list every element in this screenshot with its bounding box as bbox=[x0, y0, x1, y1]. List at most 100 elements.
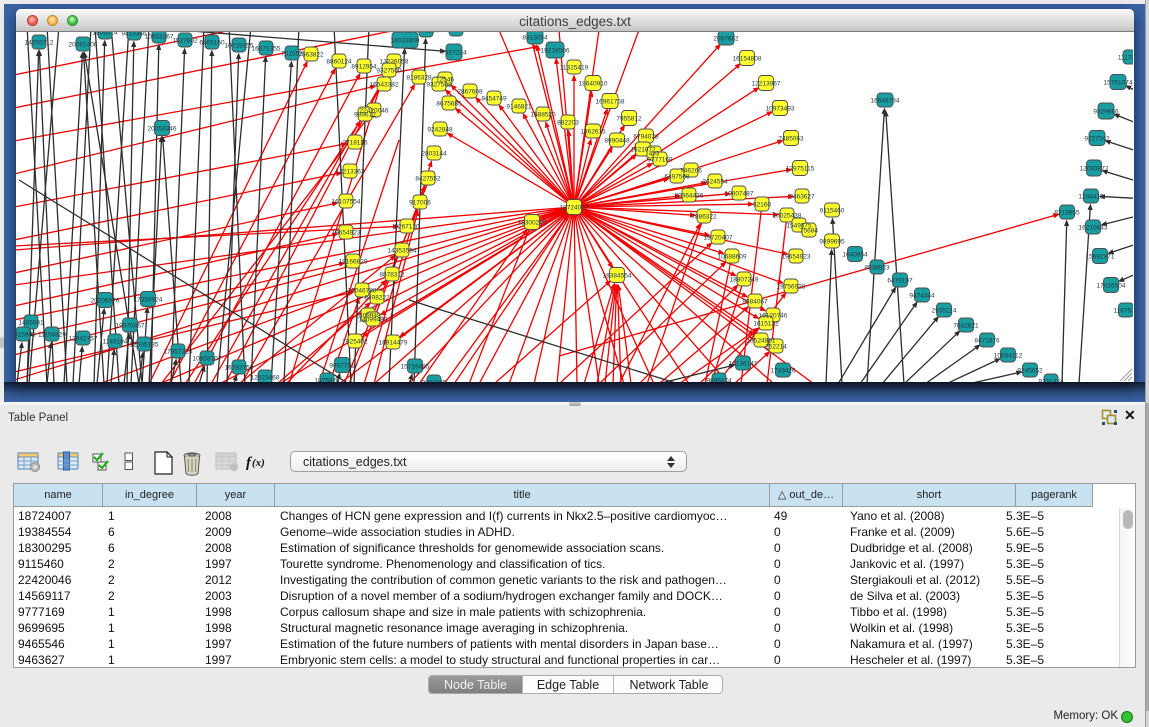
svg-text:14353594: 14353594 bbox=[388, 247, 417, 254]
svg-text:12505135: 12505135 bbox=[130, 341, 159, 348]
svg-text:1733426: 1733426 bbox=[770, 367, 796, 374]
svg-text:18807249: 18807249 bbox=[730, 276, 759, 283]
svg-text:16107554: 16107554 bbox=[332, 198, 361, 205]
svg-text:10688609: 10688609 bbox=[718, 253, 747, 260]
svg-text:10807487: 10807487 bbox=[725, 190, 754, 197]
svg-text:14099489: 14099489 bbox=[359, 316, 388, 323]
svg-text:16210643: 16210643 bbox=[1079, 224, 1108, 231]
svg-text:8675685: 8675685 bbox=[436, 100, 462, 107]
svg-text:11325419: 11325419 bbox=[560, 64, 589, 71]
svg-text:16961758: 16961758 bbox=[596, 98, 625, 105]
svg-text:10653267: 10653267 bbox=[145, 33, 174, 40]
svg-text:9146821: 9146821 bbox=[506, 103, 532, 110]
svg-text:19166829: 19166829 bbox=[339, 258, 368, 265]
svg-text:9242848: 9242848 bbox=[427, 126, 453, 133]
svg-text:8427552: 8427552 bbox=[415, 175, 441, 182]
svg-text:8813054: 8813054 bbox=[522, 34, 548, 41]
svg-text:8215955: 8215955 bbox=[1054, 209, 1080, 216]
svg-text:16782759: 16782759 bbox=[225, 364, 254, 371]
svg-text:6479197: 6479197 bbox=[887, 277, 913, 284]
svg-text:8860124: 8860124 bbox=[326, 58, 352, 65]
svg-text:8454749: 8454749 bbox=[481, 95, 507, 102]
svg-text:1588520: 1588520 bbox=[530, 111, 556, 118]
svg-text:19975867: 19975867 bbox=[116, 322, 145, 329]
svg-text:2087682: 2087682 bbox=[713, 35, 739, 42]
svg-text:19756928: 19756928 bbox=[777, 283, 806, 290]
svg-text:19654923: 19654923 bbox=[332, 229, 361, 236]
svg-text:18724007: 18724007 bbox=[560, 204, 589, 211]
svg-text:10046788: 10046788 bbox=[348, 287, 377, 294]
svg-text:20091406: 20091406 bbox=[69, 41, 98, 48]
svg-text:1615132: 1615132 bbox=[753, 320, 779, 327]
svg-text:62160: 62160 bbox=[753, 201, 771, 208]
svg-text:9419346: 9419346 bbox=[121, 32, 147, 37]
svg-text:9327508: 9327508 bbox=[426, 81, 452, 88]
svg-text:7357224: 7357224 bbox=[441, 49, 467, 56]
svg-text:9115460: 9115460 bbox=[820, 207, 845, 214]
svg-text:16914479: 16914479 bbox=[379, 339, 408, 346]
svg-text:8186328: 8186328 bbox=[406, 74, 432, 81]
svg-text:12975115: 12975115 bbox=[786, 165, 815, 172]
svg-text:16671355: 16671355 bbox=[252, 45, 281, 52]
svg-text:7663822: 7663822 bbox=[298, 51, 324, 58]
svg-text:8498222: 8498222 bbox=[364, 294, 390, 301]
svg-text:8938923: 8938923 bbox=[864, 264, 890, 271]
svg-text:18640910: 18640910 bbox=[579, 80, 608, 87]
svg-text:8909234: 8909234 bbox=[413, 32, 439, 34]
svg-text:6497568: 6497568 bbox=[664, 173, 690, 180]
svg-text:6794028: 6794028 bbox=[633, 133, 659, 140]
svg-text:1806514: 1806514 bbox=[92, 32, 118, 36]
svg-text:9329966: 9329966 bbox=[1093, 108, 1119, 115]
svg-text:19654923: 19654923 bbox=[782, 253, 811, 260]
svg-text:1362615: 1362615 bbox=[580, 128, 606, 135]
svg-text:14136141: 14136141 bbox=[729, 360, 758, 367]
svg-text:12213363: 12213363 bbox=[336, 168, 365, 175]
svg-text:17957225: 17957225 bbox=[164, 348, 193, 355]
svg-text:14055712: 14055712 bbox=[25, 39, 54, 46]
svg-text:989612: 989612 bbox=[354, 111, 376, 118]
svg-text:9245652: 9245652 bbox=[1017, 367, 1043, 374]
svg-text:1640954: 1640954 bbox=[842, 251, 868, 258]
svg-text:15720407: 15720407 bbox=[704, 234, 733, 241]
svg-text:8878312: 8878312 bbox=[379, 271, 405, 278]
svg-text:8912954: 8912954 bbox=[351, 63, 377, 70]
svg-text:9474444: 9474444 bbox=[909, 292, 935, 299]
svg-text:12923468: 12923468 bbox=[251, 374, 280, 381]
svg-text:1117806: 1117806 bbox=[1118, 54, 1133, 61]
svg-text:7886322: 7886322 bbox=[691, 213, 717, 220]
svg-text:10025438: 10025438 bbox=[773, 212, 802, 219]
svg-text:2935114: 2935114 bbox=[932, 307, 957, 314]
svg-text:1485081: 1485081 bbox=[18, 319, 44, 326]
svg-text:2867608: 2867608 bbox=[457, 88, 483, 95]
svg-text:882203: 882203 bbox=[557, 119, 579, 126]
svg-text:10973493: 10973493 bbox=[766, 105, 795, 112]
svg-text:10654112: 10654112 bbox=[994, 352, 1023, 359]
svg-text:19384554: 19384554 bbox=[603, 272, 632, 279]
svg-text:9684067: 9684067 bbox=[742, 298, 768, 305]
svg-text:12093872: 12093872 bbox=[1080, 165, 1109, 172]
svg-text:1145194: 1145194 bbox=[103, 338, 128, 345]
svg-text:9857791: 9857791 bbox=[329, 362, 355, 369]
svg-text:8471676: 8471676 bbox=[974, 337, 1000, 344]
svg-text:75684: 75684 bbox=[800, 227, 818, 234]
svg-text:10719155: 10719155 bbox=[225, 42, 254, 49]
svg-text:16543382: 16543382 bbox=[370, 81, 399, 88]
svg-text:8267130: 8267130 bbox=[394, 223, 420, 230]
svg-text:3624554: 3624554 bbox=[702, 178, 728, 185]
svg-text:2718126: 2718126 bbox=[342, 139, 368, 146]
svg-text:16120746: 16120746 bbox=[759, 312, 788, 319]
svg-text:20364436: 20364436 bbox=[675, 192, 704, 199]
svg-text:6466160: 6466160 bbox=[199, 39, 225, 46]
svg-text:7485063: 7485063 bbox=[778, 135, 804, 142]
svg-text:12213967: 12213967 bbox=[752, 80, 781, 87]
svg-text:8990448: 8990448 bbox=[604, 137, 630, 144]
svg-text:7625402: 7625402 bbox=[342, 338, 368, 345]
svg-text:20206576: 20206576 bbox=[91, 297, 120, 304]
svg-text:16033809: 16033809 bbox=[391, 37, 420, 44]
svg-text:9777169: 9777169 bbox=[647, 156, 673, 163]
svg-text:19218506: 19218506 bbox=[541, 47, 570, 54]
svg-text:1527602: 1527602 bbox=[172, 37, 198, 44]
svg-text:18300295: 18300295 bbox=[518, 219, 547, 226]
svg-text:9899695: 9899695 bbox=[819, 238, 845, 245]
svg-text:9463627: 9463627 bbox=[789, 193, 815, 200]
